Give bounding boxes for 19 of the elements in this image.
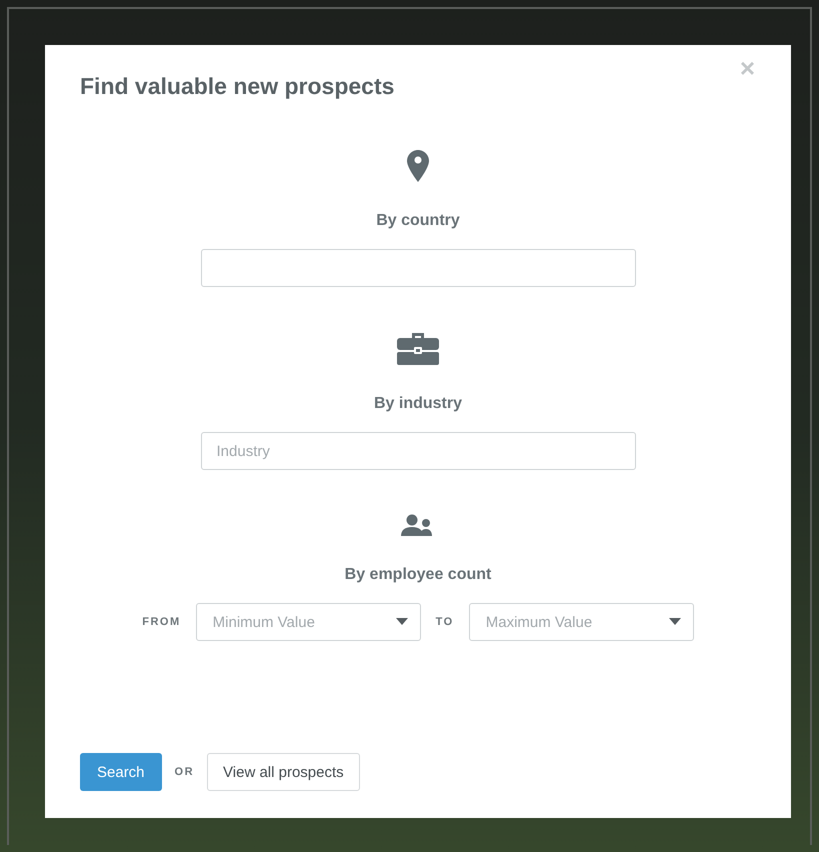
text-field[interactable] — [200, 249, 636, 287]
close-button[interactable]: × — [740, 55, 755, 81]
dropdown[interactable]: Minimum Value — [196, 603, 421, 641]
caret-icon — [668, 618, 681, 626]
people-icon — [401, 514, 435, 536]
search-button[interactable]: Search — [80, 753, 162, 791]
dialog-title: Find valuable new prospects — [80, 73, 396, 100]
filter-label: By country — [376, 212, 460, 230]
from-label: FROM — [142, 616, 181, 628]
text-field[interactable]: Industry — [200, 432, 636, 470]
dropdown[interactable]: Maximum Value — [468, 603, 694, 641]
to-label: TO — [436, 616, 454, 628]
briefcase-icon — [397, 331, 439, 365]
or-separator: OR — [174, 766, 194, 778]
filter-label: By employee count — [344, 566, 492, 584]
location-pin-icon — [407, 150, 429, 182]
caret-icon — [396, 618, 408, 626]
view-all-button[interactable]: View all prospects — [207, 753, 360, 791]
filter-label: By industry — [374, 395, 462, 413]
